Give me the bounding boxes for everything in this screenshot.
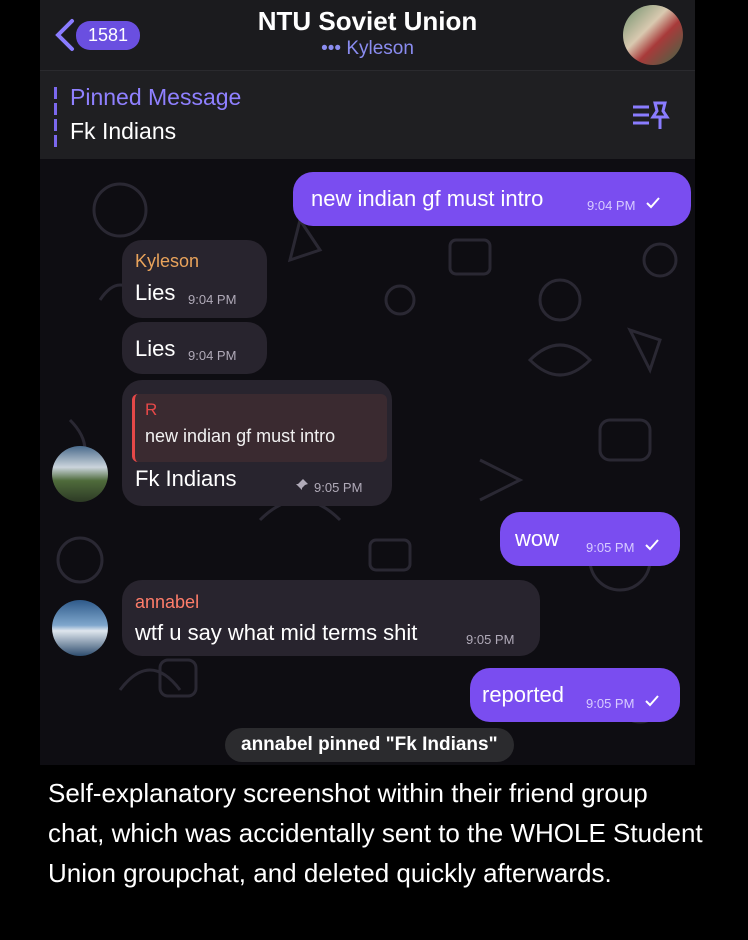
- pin-list-icon[interactable]: [631, 99, 671, 133]
- group-avatar[interactable]: [623, 5, 683, 65]
- check-icon: [645, 539, 659, 551]
- message-time: 9:05 PM: [586, 540, 635, 555]
- pinned-message-bar[interactable]: Pinned Message Fk Indians: [40, 70, 695, 159]
- message-time: 9:05 PM: [586, 696, 635, 711]
- pin-indicator: [54, 87, 57, 147]
- pinned-label: Pinned Message: [70, 84, 242, 110]
- message-text: Lies: [135, 280, 176, 305]
- service-message: annabel pinned "Fk Indians": [225, 728, 514, 762]
- message-time: 9:05 PM: [466, 632, 515, 647]
- message-text: Lies: [135, 336, 176, 361]
- message-text: reported: [482, 682, 564, 707]
- message-text: Fk Indians: [135, 466, 237, 491]
- message-bubble[interactable]: R new indian gf must intro Fk Indians 9:…: [122, 380, 392, 506]
- message-text: new indian gf must intro: [311, 186, 544, 211]
- sender-avatar[interactable]: [52, 600, 108, 656]
- message-bubble[interactable]: wow 9:05 PM: [500, 512, 680, 566]
- message-text: wtf u say what mid terms shit: [135, 620, 418, 645]
- sender-avatar[interactable]: [52, 446, 108, 502]
- sender-name[interactable]: annabel: [135, 592, 199, 613]
- message-bubble[interactable]: reported 9:05 PM: [470, 668, 680, 722]
- message-bubble[interactable]: annabel wtf u say what mid terms shit 9:…: [122, 580, 540, 656]
- check-icon: [645, 695, 659, 707]
- typing-user: Kyleson: [346, 38, 414, 59]
- typing-dots-icon: •••: [321, 38, 342, 59]
- reply-text: new indian gf must intro: [145, 426, 336, 446]
- pinned-text: Fk Indians: [70, 118, 177, 144]
- message-bubble[interactable]: new indian gf must intro 9:04 PM: [293, 172, 691, 226]
- reply-quote[interactable]: R new indian gf must intro: [132, 394, 387, 462]
- reply-sender: R: [145, 400, 158, 419]
- chat-title[interactable]: NTU Soviet Union: [40, 6, 695, 37]
- chat-screen: 1581 NTU Soviet Union ••• Kyleson Pinned…: [40, 0, 695, 765]
- chat-header: 1581 NTU Soviet Union ••• Kyleson: [40, 0, 695, 70]
- message-bubble[interactable]: Lies 9:04 PM: [122, 322, 267, 374]
- message-time: 9:04 PM: [188, 348, 237, 363]
- message-time: 9:04 PM: [188, 292, 237, 307]
- check-icon: [646, 197, 660, 209]
- message-text: wow: [515, 526, 560, 551]
- typing-status: ••• Kyleson: [40, 38, 695, 60]
- sender-name[interactable]: Kyleson: [135, 251, 199, 272]
- message-time: 9:05 PM: [314, 480, 363, 495]
- caption-text: Self-explanatory screenshot within their…: [48, 778, 703, 888]
- pin-icon: [296, 479, 308, 490]
- message-time: 9:04 PM: [587, 198, 636, 213]
- message-bubble[interactable]: Kyleson Lies 9:04 PM: [122, 240, 267, 318]
